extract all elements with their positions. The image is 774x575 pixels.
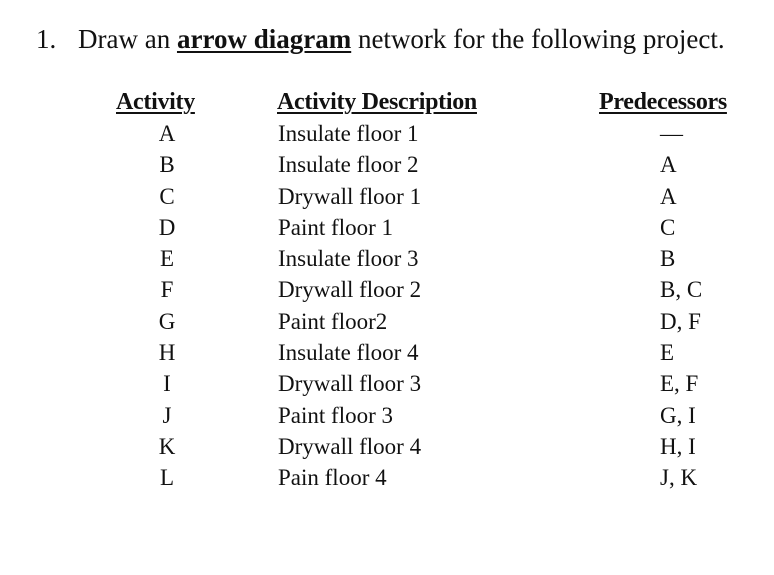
table-row: D Paint floor 1 C (0, 212, 774, 243)
predecessors-cell: B (660, 246, 676, 272)
predecessors-cell: D, F (660, 308, 701, 334)
description-cell: Insulate floor 4 (278, 340, 419, 366)
predecessors-cell: J, K (660, 465, 698, 491)
question-emphasis: arrow diagram (176, 24, 352, 54)
table-row: L Pain floor 4 J, K (0, 462, 774, 493)
description-cell: Drywall floor 1 (278, 183, 422, 209)
description-cell: Insulate floor 3 (278, 246, 419, 272)
predecessors-cell: A (660, 152, 677, 178)
description-cell: Pain floor 4 (278, 465, 387, 491)
activity-cell: G (158, 308, 176, 334)
table-row: C Drywall floor 1 A (0, 181, 774, 212)
header-predecessors: Predecessors (599, 89, 727, 115)
predecessors-cell: H, I (660, 433, 696, 459)
description-cell: Paint floor 3 (278, 402, 393, 428)
predecessors-cell: — (660, 121, 683, 146)
description-cell: Paint floor 1 (278, 214, 393, 240)
header-description: Activity Description (277, 89, 477, 115)
description-cell: Insulate floor 2 (278, 152, 419, 178)
activity-cell: F (160, 277, 174, 303)
activity-table: A Insulate floor 1— B Insulate floor 2 A C Dry… (0, 118, 774, 494)
header-activity: Activity (116, 89, 195, 115)
description-cell: Insulate floor 1 (278, 121, 419, 146)
activity-cell: B (159, 152, 175, 178)
predecessors-cell: E (660, 340, 675, 366)
activity-cell: K (158, 433, 176, 459)
question-text-after: network for the following project. (351, 24, 725, 54)
predecessors-cell: G, I (660, 402, 696, 428)
activity-cell: A (158, 121, 176, 146)
activity-cell: L (159, 465, 175, 491)
table-row: H Insulate floor 4 E (0, 337, 774, 368)
activity-cell: C (159, 183, 175, 209)
table-row: B Insulate floor 2 A (0, 149, 774, 180)
table-row: K Drywall floor 4 H, I (0, 431, 774, 462)
predecessors-cell: B, C (660, 277, 703, 303)
description-cell: Drywall floor 4 (278, 433, 422, 459)
question-prompt: 1. Draw an arrow diagram network for the … (36, 22, 725, 56)
description-cell: Paint floor2 (278, 308, 388, 334)
predecessors-cell: E, F (660, 371, 699, 397)
activity-cell: J (162, 402, 172, 428)
predecessors-cell: A (660, 183, 677, 209)
table-row: J Paint floor 3 G, I (0, 400, 774, 431)
table-row: A Insulate floor 1 — (0, 118, 774, 149)
activity-cell: D (158, 214, 176, 240)
table-row: I Drywall floor 3 E, F (0, 368, 774, 399)
activity-cell: I (163, 371, 171, 397)
description-cell: Drywall floor 2 (278, 277, 422, 303)
table-row: G Paint floor2 D, F (0, 306, 774, 337)
activity-cell: E (159, 246, 175, 272)
question-text-before: Draw an (78, 24, 177, 54)
predecessors-cell: C (660, 214, 676, 240)
description-cell: Drywall floor 3 (278, 371, 422, 397)
question-number: 1. (36, 24, 57, 54)
table-row: F Drywall floor 2 B, C (0, 274, 774, 305)
table-row: E Insulate floor 3 B (0, 243, 774, 274)
activity-cell: H (158, 340, 176, 366)
